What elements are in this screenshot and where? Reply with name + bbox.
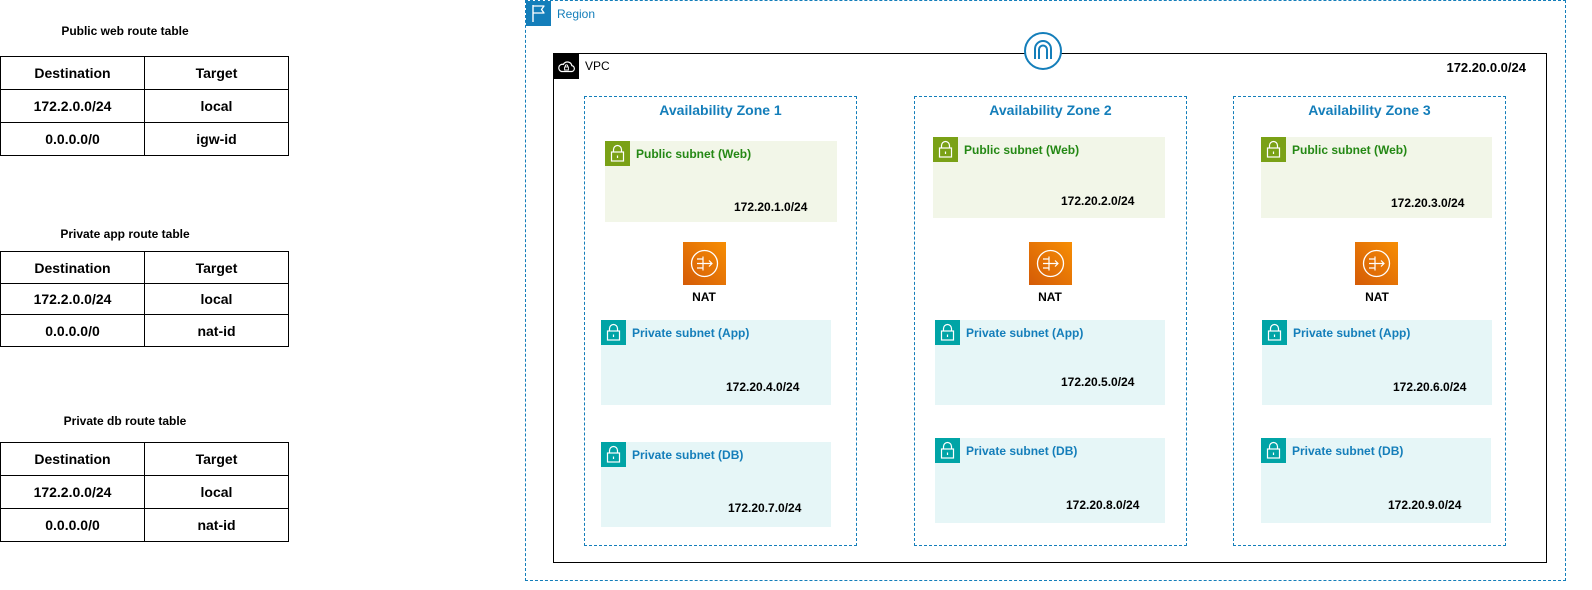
internet-gateway-icon xyxy=(1024,32,1062,70)
route-table-title: Public web route table xyxy=(61,24,189,38)
cell-destination: 0.0.0.0/0 xyxy=(0,314,145,347)
subnet-label: Public subnet (Web) xyxy=(636,147,752,161)
column-header-target: Target xyxy=(144,442,289,476)
column-header-destination: Destination xyxy=(0,251,145,284)
lock-icon xyxy=(1261,137,1286,162)
subnet-label: Private subnet (App) xyxy=(966,326,1084,340)
cell-target: local xyxy=(144,475,289,509)
lock-icon xyxy=(933,137,958,162)
subnet-cidr: 172.20.8.0/24 xyxy=(1066,498,1140,512)
availability-zone-title: Availability Zone 2 xyxy=(989,102,1112,118)
public-subnet-web: Public subnet (Web) 172.20.1.0/24 xyxy=(605,141,837,222)
subnet-cidr: 172.20.2.0/24 xyxy=(1061,194,1135,208)
subnet-label: Public subnet (Web) xyxy=(1292,143,1408,157)
cell-target: local xyxy=(144,283,289,315)
cell-target: nat-id xyxy=(144,314,289,347)
subnet-label: Private subnet (DB) xyxy=(1292,444,1404,458)
subnet-cidr: 172.20.7.0/24 xyxy=(728,501,802,515)
lock-icon xyxy=(1261,438,1286,463)
column-header-destination: Destination xyxy=(0,56,145,90)
vpc-cidr: 172.20.0.0/24 xyxy=(1446,60,1526,75)
subnet-cidr: 172.20.4.0/24 xyxy=(726,380,800,394)
lock-icon xyxy=(935,320,960,345)
route-table-title: Private db route table xyxy=(63,414,187,428)
column-header-destination: Destination xyxy=(0,442,145,476)
lock-icon xyxy=(935,438,960,463)
private-subnet-app: Private subnet (App) 172.20.4.0/24 xyxy=(601,320,831,405)
cloud-lock-icon xyxy=(554,54,579,79)
nat-label: NAT xyxy=(1365,290,1389,304)
private-subnet-db: Private subnet (DB) 172.20.9.0/24 xyxy=(1261,438,1491,523)
cell-destination: 0.0.0.0/0 xyxy=(0,508,145,542)
nat-gateway-icon xyxy=(683,242,726,285)
subnet-cidr: 172.20.1.0/24 xyxy=(734,200,808,214)
nat-label: NAT xyxy=(692,290,716,304)
public-subnet-web: Public subnet (Web) 172.20.2.0/24 xyxy=(933,137,1165,218)
cell-destination: 172.2.0.0/24 xyxy=(0,475,145,509)
subnet-cidr: 172.20.5.0/24 xyxy=(1061,375,1135,389)
subnet-cidr: 172.20.9.0/24 xyxy=(1388,498,1462,512)
region-label: Region xyxy=(557,7,596,21)
nat-gateway-icon xyxy=(1355,242,1398,285)
subnet-label: Private subnet (DB) xyxy=(966,444,1078,458)
vpc-label: VPC xyxy=(585,59,610,73)
private-subnet-db: Private subnet (DB) 172.20.8.0/24 xyxy=(935,438,1165,523)
cell-target: local xyxy=(144,89,289,123)
private-subnet-app: Private subnet (App) 172.20.6.0/24 xyxy=(1262,320,1492,405)
cell-destination: 172.2.0.0/24 xyxy=(0,89,145,123)
cell-target: nat-id xyxy=(144,508,289,542)
lock-icon xyxy=(601,442,626,467)
subnet-cidr: 172.20.6.0/24 xyxy=(1393,380,1467,394)
private-subnet-db: Private subnet (DB) 172.20.7.0/24 xyxy=(601,442,831,527)
subnet-label: Public subnet (Web) xyxy=(964,143,1080,157)
subnet-cidr: 172.20.3.0/24 xyxy=(1391,196,1465,210)
public-subnet-web: Public subnet (Web) 172.20.3.0/24 xyxy=(1261,137,1492,218)
route-table: Destination Target 172.2.0.0/24 local 0.… xyxy=(0,56,289,156)
private-subnet-app: Private subnet (App) 172.20.5.0/24 xyxy=(935,320,1165,405)
route-table: Destination Target 172.2.0.0/24 local 0.… xyxy=(0,251,289,347)
flag-icon xyxy=(526,1,551,26)
lock-icon xyxy=(601,320,626,345)
subnet-label: Private subnet (DB) xyxy=(632,448,744,462)
subnet-label: Private subnet (App) xyxy=(632,326,750,340)
availability-zone-title: Availability Zone 3 xyxy=(1308,102,1431,118)
cell-target: igw-id xyxy=(144,122,289,156)
nat-gateway-icon xyxy=(1029,242,1072,285)
route-table: Destination Target 172.2.0.0/24 local 0.… xyxy=(0,442,289,542)
route-table-title: Private app route table xyxy=(60,227,190,241)
lock-icon xyxy=(1262,320,1287,345)
availability-zone-title: Availability Zone 1 xyxy=(659,102,782,118)
subnet-label: Private subnet (App) xyxy=(1293,326,1411,340)
cell-destination: 0.0.0.0/0 xyxy=(0,122,145,156)
column-header-target: Target xyxy=(144,56,289,90)
lock-icon xyxy=(605,141,630,166)
cell-destination: 172.2.0.0/24 xyxy=(0,283,145,315)
nat-label: NAT xyxy=(1038,290,1062,304)
column-header-target: Target xyxy=(144,251,289,284)
